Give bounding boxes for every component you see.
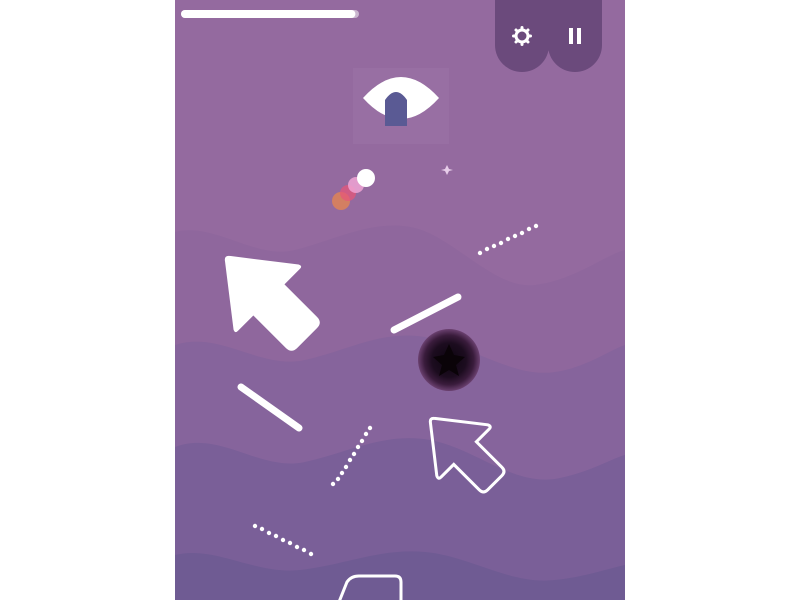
gear-icon: [512, 26, 532, 46]
pause-button[interactable]: [548, 0, 602, 72]
game-scene: [175, 0, 625, 600]
game-canvas[interactable]: [175, 0, 625, 600]
pause-icon: [569, 28, 581, 44]
progress-fill: [181, 10, 356, 18]
settings-button[interactable]: [495, 0, 549, 72]
player-ball: [357, 169, 375, 187]
eye-pupil: [385, 92, 407, 126]
